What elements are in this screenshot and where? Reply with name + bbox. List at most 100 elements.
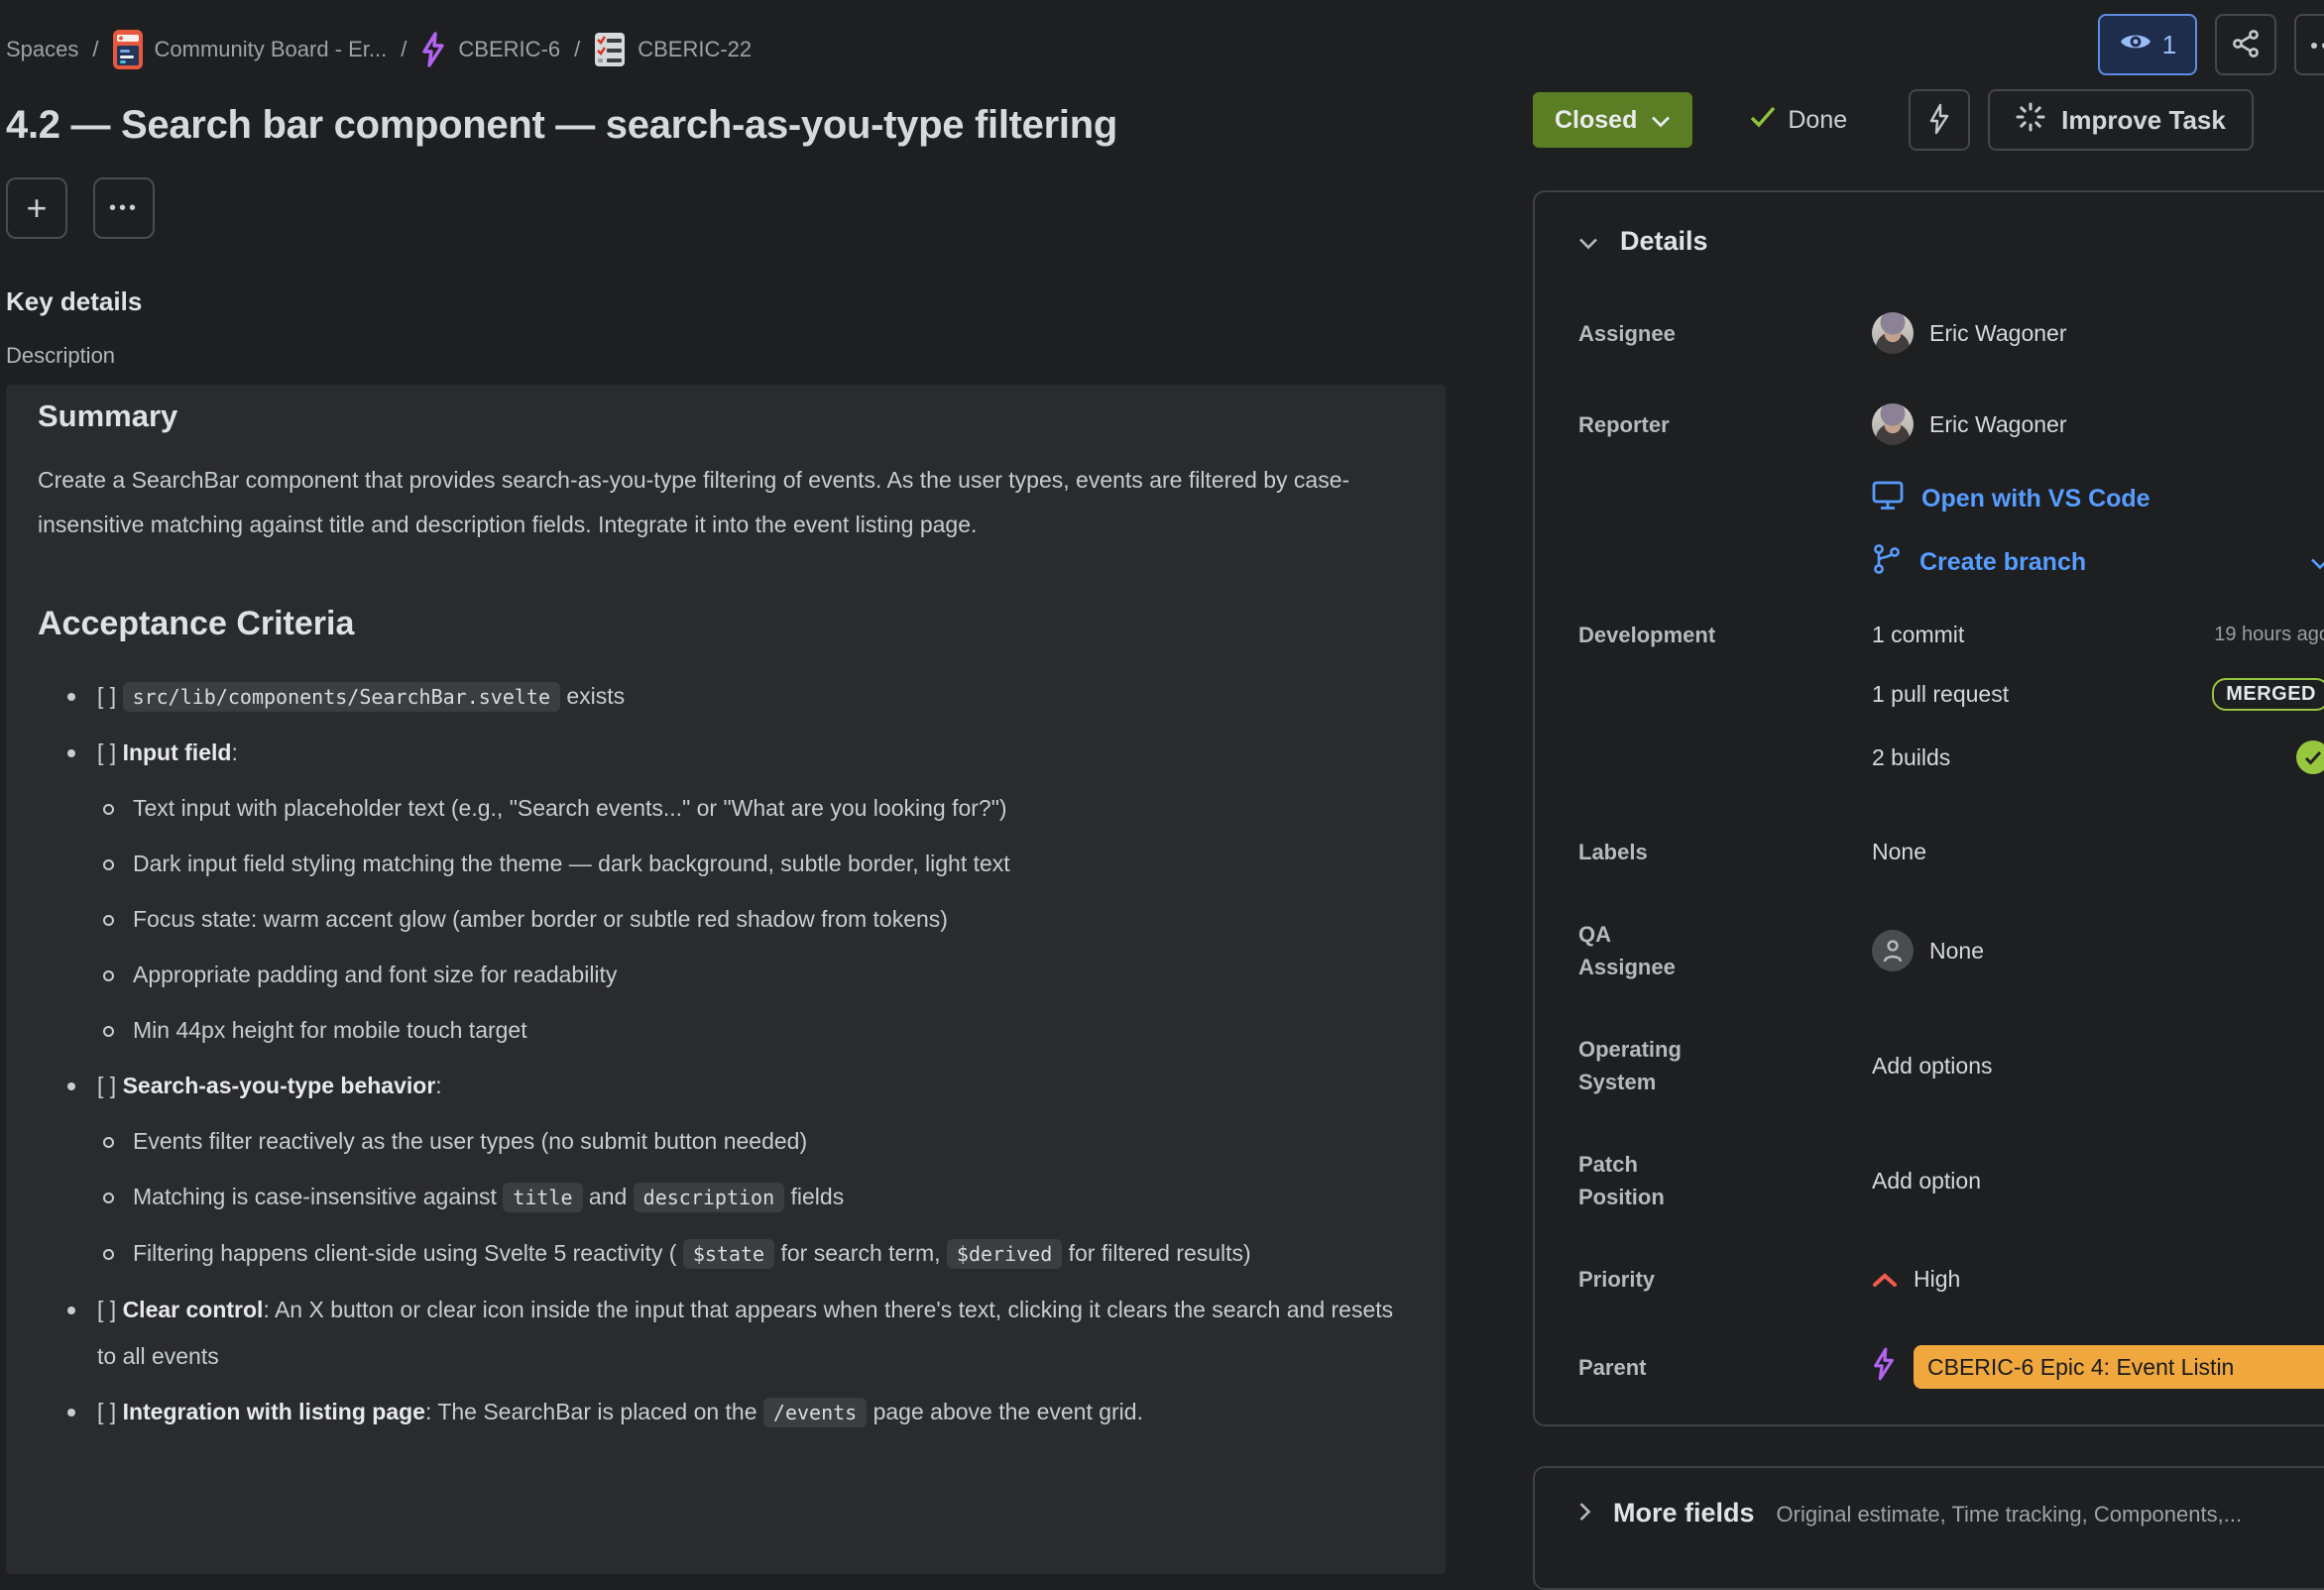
breadcrumb-label: Community Board - Er... xyxy=(155,37,388,62)
breadcrumb-spaces[interactable]: Spaces xyxy=(6,37,78,62)
priority-name: High xyxy=(1914,1266,1960,1293)
bullet-disc-icon xyxy=(67,1389,77,1436)
bullet-circle-icon xyxy=(103,1118,113,1165)
list-item: [ ] Input field: xyxy=(38,730,1414,776)
builds-link[interactable]: 2 builds xyxy=(1872,744,1950,771)
plain-text: page above the event grid. xyxy=(867,1399,1143,1424)
labels-label: Labels xyxy=(1578,836,1872,868)
assignee-value[interactable]: Eric Wagoner xyxy=(1872,312,2324,354)
priority-high-icon xyxy=(1872,1272,1898,1288)
list-item-text: Text input with placeholder text (e.g., … xyxy=(133,785,1007,832)
priority-value[interactable]: High xyxy=(1872,1266,2324,1293)
list-item: [ ] Clear control: An X button or clear … xyxy=(38,1287,1414,1380)
list-item: Text input with placeholder text (e.g., … xyxy=(38,785,1414,832)
details-heading: Details xyxy=(1620,226,1708,257)
breadcrumb-separator: / xyxy=(574,37,580,62)
list-item: Events filter reactively as the user typ… xyxy=(38,1118,1414,1165)
labels-value[interactable]: None xyxy=(1872,839,2324,865)
share-button[interactable] xyxy=(2215,14,2276,75)
more-tools-button[interactable]: ••• xyxy=(93,177,155,239)
breadcrumb-project[interactable]: Community Board - Er... xyxy=(113,30,388,69)
bullet-disc-icon xyxy=(67,673,77,721)
list-item: Dark input field styling matching the th… xyxy=(38,841,1414,887)
assignee-name: Eric Wagoner xyxy=(1929,320,2066,347)
avatar xyxy=(1872,403,1914,445)
epic-icon xyxy=(420,32,446,67)
development-row: Development 1 commit 19 hours ago 1 pull… xyxy=(1578,622,2324,774)
reporter-label: Reporter xyxy=(1578,408,1872,441)
resolution-label: Done xyxy=(1788,106,1847,135)
avatar xyxy=(1872,312,1914,354)
plain-text: for search term, xyxy=(774,1240,947,1266)
qa-assignee-label: QA Assignee xyxy=(1578,918,1872,983)
qa-assignee-row: QA Assignee None xyxy=(1578,918,2324,983)
chevron-down-icon[interactable] xyxy=(2310,548,2324,577)
task-icon xyxy=(594,32,626,67)
bullet-circle-icon xyxy=(103,1007,113,1054)
parent-label: Parent xyxy=(1578,1351,1872,1384)
open-vscode-link[interactable]: Open with VS Code xyxy=(1872,481,2324,517)
bold-text: Input field xyxy=(123,739,232,765)
plain-text: Dark input field styling matching the th… xyxy=(133,851,1010,876)
parent-row: Parent CBERIC-6 Epic 4: Event Listin xyxy=(1578,1345,2324,1389)
create-branch-link[interactable]: Create branch xyxy=(1872,543,2324,582)
development-label: Development xyxy=(1578,623,1872,648)
check-icon xyxy=(1750,106,1776,135)
bullet-circle-icon xyxy=(103,1174,113,1221)
improve-task-button[interactable]: Improve Task xyxy=(1988,89,2254,151)
breadcrumb-issue[interactable]: CBERIC-22 xyxy=(594,32,752,67)
more-actions-button[interactable] xyxy=(2294,14,2324,75)
watch-button[interactable]: 1 xyxy=(2098,14,2197,75)
plain-text: Appropriate padding and font size for re… xyxy=(133,962,617,987)
bullet-circle-icon xyxy=(103,841,113,887)
add-button[interactable]: + xyxy=(6,177,67,239)
plain-text: : xyxy=(231,739,237,765)
automation-button[interactable] xyxy=(1909,89,1970,151)
bullet-circle-icon xyxy=(103,896,113,943)
status-row: Closed Done xyxy=(1533,89,2324,151)
operating-system-value[interactable]: Add options xyxy=(1872,1053,2324,1079)
list-item: Min 44px height for mobile touch target xyxy=(38,1007,1414,1054)
list-item: [ ] Search-as-you-type behavior: xyxy=(38,1063,1414,1109)
patch-position-label: Patch Position xyxy=(1578,1148,1872,1213)
details-card-header[interactable]: Details xyxy=(1578,226,2324,257)
chevron-right-icon xyxy=(1578,1502,1591,1527)
issue-main: 4.2 — Search bar component — search-as-y… xyxy=(6,71,1446,1574)
list-item: Filtering happens client-side using Svel… xyxy=(38,1230,1414,1278)
bullet-circle-icon xyxy=(103,952,113,998)
more-fields-header[interactable]: More fields Original estimate, Time trac… xyxy=(1578,1498,2324,1529)
title-toolbar: + ••• xyxy=(6,177,1446,239)
breadcrumb-label: CBERIC-6 xyxy=(458,37,560,62)
inline-code: $state xyxy=(683,1239,774,1269)
plain-text: and xyxy=(583,1184,634,1209)
breadcrumb-epic[interactable]: CBERIC-6 xyxy=(420,32,560,67)
reporter-value[interactable]: Eric Wagoner xyxy=(1872,403,2324,445)
key-details-heading: Key details xyxy=(6,286,1446,317)
description-panel[interactable]: Summary Create a SearchBar component tha… xyxy=(6,385,1446,1574)
bold-text: Integration with listing page xyxy=(123,1399,425,1424)
qa-assignee-name: None xyxy=(1929,938,1984,965)
list-item: Appropriate padding and font size for re… xyxy=(38,952,1414,998)
qa-assignee-value[interactable]: None xyxy=(1872,930,2324,971)
lightning-icon xyxy=(1927,103,1951,138)
bullet-disc-icon xyxy=(67,730,77,776)
plain-text: Filtering happens client-side using Svel… xyxy=(133,1240,683,1266)
status-dropdown[interactable]: Closed xyxy=(1533,92,1692,148)
labels-row: Labels None xyxy=(1578,836,2324,868)
commits-link[interactable]: 1 commit xyxy=(1872,622,1964,648)
plain-text: for filtered results) xyxy=(1062,1240,1250,1266)
patch-position-value[interactable]: Add option xyxy=(1872,1168,2324,1194)
plain-text: [ ] xyxy=(97,683,123,709)
operating-system-label: Operating System xyxy=(1578,1033,1872,1098)
share-icon xyxy=(2231,29,2261,61)
create-branch-label: Create branch xyxy=(1919,548,2086,577)
priority-label: Priority xyxy=(1578,1263,1872,1296)
list-item-text: Events filter reactively as the user typ… xyxy=(133,1118,807,1165)
pull-requests-link[interactable]: 1 pull request xyxy=(1872,681,2009,708)
parent-epic-pill[interactable]: CBERIC-6 Epic 4: Event Listin xyxy=(1914,1345,2324,1389)
page-title: 4.2 — Search bar component — search-as-y… xyxy=(6,103,1446,148)
more-fields-subtitle: Original estimate, Time tracking, Compon… xyxy=(1777,1502,2243,1528)
bullet-disc-icon xyxy=(67,1287,77,1380)
plain-text: Min 44px height for mobile touch target xyxy=(133,1017,527,1043)
list-item-text: Focus state: warm accent glow (amber bor… xyxy=(133,896,948,943)
